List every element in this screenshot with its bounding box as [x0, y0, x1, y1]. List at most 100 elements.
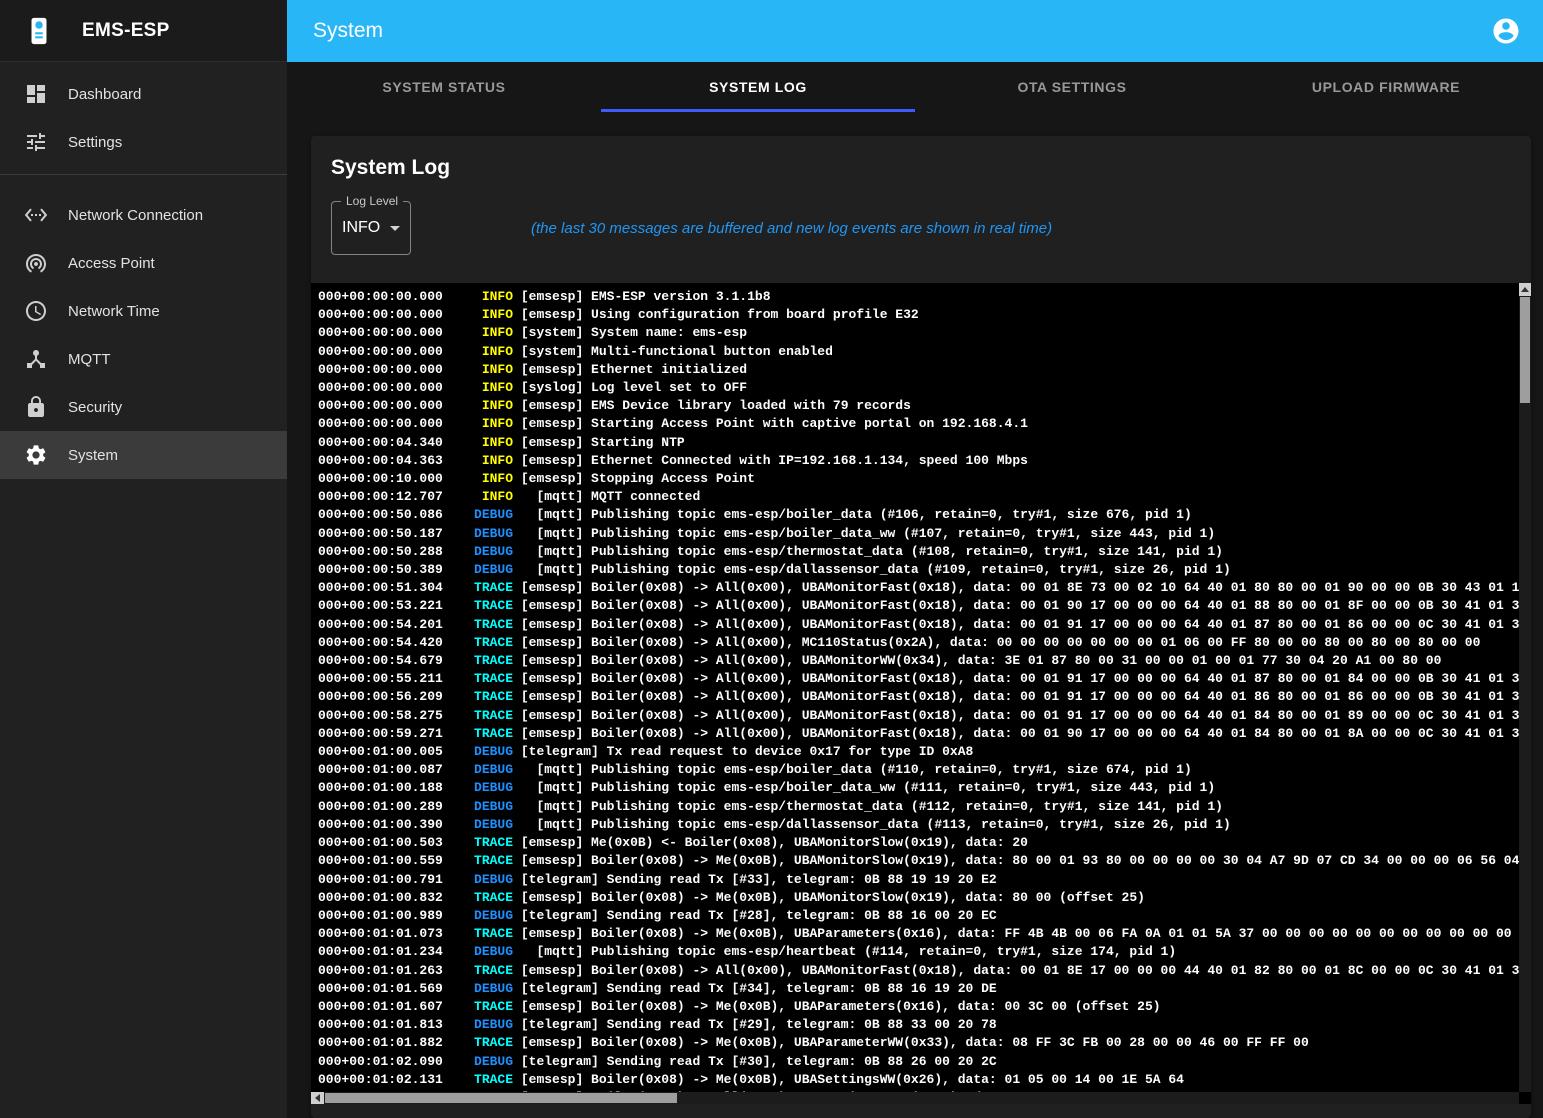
- log-line: 000+00:00:50.288 DEBUG [mqtt] Publishing…: [318, 543, 1519, 561]
- log-line: 000+00:00:04.363 INFO [emsesp] Ethernet …: [318, 452, 1519, 470]
- log-line: 000+00:00:10.000 INFO [emsesp] Stopping …: [318, 470, 1519, 488]
- log-line: 000+00:01:01.882 TRACE [emsesp] Boiler(0…: [318, 1034, 1519, 1052]
- log-line: 000+00:01:00.087 DEBUG [mqtt] Publishing…: [318, 761, 1519, 779]
- sidebar-secondary-nav: Network Connection Access Point Network Ti…: [0, 175, 287, 479]
- log-line: 000+00:01:00.989 DEBUG [telegram] Sendin…: [318, 907, 1519, 925]
- log-line: 000+00:00:54.201 TRACE [emsesp] Boiler(0…: [318, 616, 1519, 634]
- log-line: 000+00:00:58.275 TRACE [emsesp] Boiler(0…: [318, 707, 1519, 725]
- log-line: 000+00:01:00.503 TRACE [emsesp] Me(0x0B)…: [318, 834, 1519, 852]
- log-buffer-note: (the last 30 messages are buffered and n…: [531, 220, 1052, 237]
- horizontal-scrollbar-thumb[interactable]: [325, 1093, 677, 1103]
- emsesp-logo-icon: [24, 16, 54, 46]
- sidebar-item-security[interactable]: Security: [0, 383, 287, 431]
- sidebar-item-label: System: [68, 447, 118, 464]
- log-line: 000+00:01:00.832 TRACE [emsesp] Boiler(0…: [318, 889, 1519, 907]
- scroll-left-arrow-icon[interactable]: [311, 1092, 324, 1104]
- vertical-scrollbar-thumb[interactable]: [1520, 297, 1530, 403]
- log-line: 000+00:01:01.569 DEBUG [telegram] Sendin…: [318, 980, 1519, 998]
- log-line: 000+00:00:04.340 INFO [emsesp] Starting …: [318, 434, 1519, 452]
- log-viewer[interactable]: 000+00:00:00.000 INFO [emsesp] EMS-ESP v…: [311, 283, 1531, 1104]
- log-line: 000+00:01:00.791 DEBUG [telegram] Sendin…: [318, 871, 1519, 889]
- sidebar-item-system[interactable]: System: [0, 431, 287, 479]
- vertical-scrollbar[interactable]: [1519, 283, 1531, 1092]
- appbar: System: [287, 0, 1543, 62]
- dropdown-arrow-icon: [390, 226, 400, 231]
- log-lines: 000+00:00:00.000 INFO [emsesp] EMS-ESP v…: [311, 283, 1519, 1092]
- sidebar-item-network-connection[interactable]: Network Connection: [0, 191, 287, 239]
- sidebar-item-access-point[interactable]: Access Point: [0, 239, 287, 287]
- sidebar: EMS-ESP Dashboard Settings Network Connec…: [0, 0, 287, 1118]
- log-line: 000+00:00:50.086 DEBUG [mqtt] Publishing…: [318, 506, 1519, 524]
- tab-system-log[interactable]: SYSTEM LOG: [601, 62, 915, 112]
- log-line: 000+00:01:01.234 DEBUG [mqtt] Publishing…: [318, 943, 1519, 961]
- card-title: System Log: [331, 156, 1511, 180]
- page-title: System: [313, 19, 383, 43]
- tune-icon: [24, 130, 48, 154]
- sidebar-item-label: Network Connection: [68, 207, 203, 224]
- log-line: 000+00:00:51.304 TRACE [emsesp] Boiler(0…: [318, 579, 1519, 597]
- clock-icon: [24, 299, 48, 323]
- system-log-card: System Log Log Level INFO (the last 30 m…: [311, 136, 1531, 1118]
- tab-system-status[interactable]: SYSTEM STATUS: [287, 62, 601, 112]
- sidebar-item-label: Access Point: [68, 255, 155, 272]
- log-line: 000+00:00:00.000 INFO [emsesp] Using con…: [318, 306, 1519, 324]
- content: System Log Log Level INFO (the last 30 m…: [287, 112, 1543, 1118]
- tab-upload-firmware[interactable]: UPLOAD FIRMWARE: [1229, 62, 1543, 112]
- lock-icon: [24, 395, 48, 419]
- sidebar-item-label: Security: [68, 399, 122, 416]
- gear-icon: [24, 443, 48, 467]
- tab-bar: SYSTEM STATUSSYSTEM LOGOTA SETTINGSUPLOA…: [287, 62, 1543, 112]
- log-line: 000+00:00:54.420 TRACE [emsesp] Boiler(0…: [318, 634, 1519, 652]
- brand-title: EMS-ESP: [82, 20, 170, 42]
- account-button[interactable]: [1491, 16, 1521, 46]
- log-level-value: INFO: [342, 219, 380, 237]
- main-area: System SYSTEM STATUSSYSTEM LOGOTA SETTIN…: [287, 0, 1543, 1118]
- horizontal-scrollbar[interactable]: [311, 1092, 1519, 1104]
- sidebar-item-settings[interactable]: Settings: [0, 118, 287, 166]
- log-line: 000+00:00:50.187 DEBUG [mqtt] Publishing…: [318, 525, 1519, 543]
- log-line: 000+00:00:00.000 INFO [emsesp] Ethernet …: [318, 361, 1519, 379]
- log-line: 000+00:00:12.707 INFO [mqtt] MQTT connec…: [318, 488, 1519, 506]
- log-line: 000+00:00:00.000 INFO [emsesp] Starting …: [318, 415, 1519, 433]
- log-line: 000+00:01:00.390 DEBUG [mqtt] Publishing…: [318, 816, 1519, 834]
- wifi-tethering-icon: [24, 251, 48, 275]
- log-level-label: Log Level: [341, 194, 403, 208]
- tab-ota-settings[interactable]: OTA SETTINGS: [915, 62, 1229, 112]
- log-line: 000+00:00:53.221 TRACE [emsesp] Boiler(0…: [318, 597, 1519, 615]
- log-line: 000+00:00:00.000 INFO [system] Multi-fun…: [318, 343, 1519, 361]
- sidebar-item-network-time[interactable]: Network Time: [0, 287, 287, 335]
- sidebar-item-label: MQTT: [68, 351, 111, 368]
- log-line: 000+00:01:00.289 DEBUG [mqtt] Publishing…: [318, 798, 1519, 816]
- log-line: 000+00:00:50.389 DEBUG [mqtt] Publishing…: [318, 561, 1519, 579]
- sidebar-primary-nav: Dashboard Settings: [0, 62, 287, 166]
- log-line: 000+00:01:01.073 TRACE [emsesp] Boiler(0…: [318, 925, 1519, 943]
- log-line: 000+00:00:54.679 TRACE [emsesp] Boiler(0…: [318, 652, 1519, 670]
- log-line: 000+00:00:00.000 INFO [emsesp] EMS Devic…: [318, 397, 1519, 415]
- sidebar-item-mqtt[interactable]: MQTT: [0, 335, 287, 383]
- card-head: System Log: [311, 136, 1531, 180]
- log-line: 000+00:00:00.000 INFO [emsesp] EMS-ESP v…: [318, 288, 1519, 306]
- log-line: 000+00:01:01.263 TRACE [emsesp] Boiler(0…: [318, 962, 1519, 980]
- log-level-select[interactable]: Log Level INFO: [331, 201, 411, 255]
- dashboard-icon: [24, 82, 48, 106]
- emsesp-app: EMS-ESP Dashboard Settings Network Connec…: [0, 0, 1543, 1118]
- brand: EMS-ESP: [0, 0, 287, 62]
- log-line: 000+00:01:01.607 TRACE [emsesp] Boiler(0…: [318, 998, 1519, 1016]
- log-line: 000+00:00:56.209 TRACE [emsesp] Boiler(0…: [318, 688, 1519, 706]
- log-line: 000+00:01:01.813 DEBUG [telegram] Sendin…: [318, 1016, 1519, 1034]
- sidebar-item-label: Network Time: [68, 303, 160, 320]
- device-hub-icon: [24, 347, 48, 371]
- log-line: 000+00:01:00.188 DEBUG [mqtt] Publishing…: [318, 779, 1519, 797]
- sidebar-item-label: Settings: [68, 134, 122, 151]
- log-line: 000+00:00:00.000 INFO [syslog] Log level…: [318, 379, 1519, 397]
- ethernet-icon: [24, 203, 48, 227]
- sidebar-item-label: Dashboard: [68, 86, 141, 103]
- log-line: 000+00:00:59.271 TRACE [emsesp] Boiler(0…: [318, 725, 1519, 743]
- scroll-up-arrow-icon[interactable]: [1519, 283, 1531, 296]
- account-circle-icon: [1491, 16, 1521, 46]
- log-line: 000+00:01:02.131 TRACE [emsesp] Boiler(0…: [318, 1071, 1519, 1089]
- log-line: 000+00:00:00.000 INFO [system] System na…: [318, 324, 1519, 342]
- log-line: 000+00:01:00.005 DEBUG [telegram] Tx rea…: [318, 743, 1519, 761]
- log-controls: Log Level INFO (the last 30 messages are…: [331, 201, 1511, 255]
- sidebar-item-dashboard[interactable]: Dashboard: [0, 70, 287, 118]
